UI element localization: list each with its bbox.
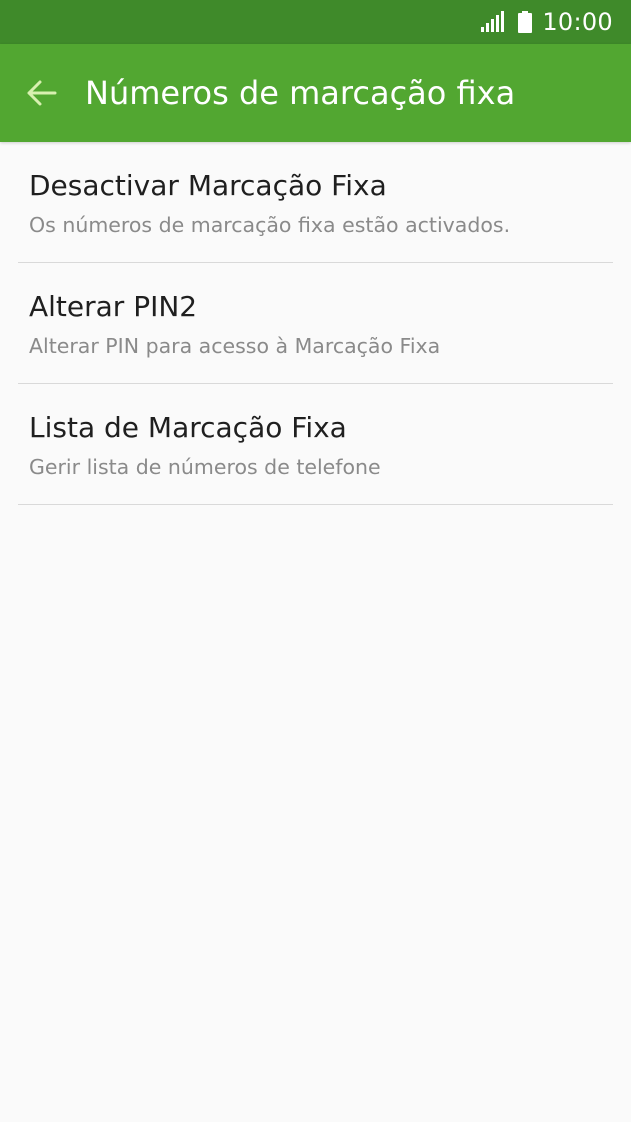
signal-icon — [481, 11, 505, 32]
app-bar: Números de marcação fixa — [0, 44, 631, 142]
back-button[interactable] — [16, 68, 66, 118]
settings-list: Desactivar Marcação Fixa Os números de m… — [0, 142, 631, 505]
list-item-disable-fixed-dialing[interactable]: Desactivar Marcação Fixa Os números de m… — [18, 142, 613, 263]
list-item-subtitle: Os números de marcação fixa estão activa… — [29, 213, 511, 237]
list-item-title: Lista de Marcação Fixa — [29, 411, 347, 444]
list-item-title: Alterar PIN2 — [29, 290, 198, 323]
list-item-subtitle: Alterar PIN para acesso à Marcação Fixa — [29, 334, 441, 358]
arrow-left-icon — [27, 80, 57, 106]
page-title: Números de marcação fixa — [85, 74, 516, 112]
list-item-fixed-dialing-list[interactable]: Lista de Marcação Fixa Gerir lista de nú… — [18, 384, 613, 505]
status-icons: 10:00 — [480, 0, 613, 44]
battery-icon — [518, 11, 533, 33]
status-bar: 10:00 — [0, 0, 631, 44]
list-item-title: Desactivar Marcação Fixa — [29, 169, 387, 202]
list-item-change-pin2[interactable]: Alterar PIN2 Alterar PIN para acesso à M… — [18, 263, 613, 384]
list-item-subtitle: Gerir lista de números de telefone — [29, 455, 381, 479]
status-clock: 10:00 — [542, 8, 613, 36]
